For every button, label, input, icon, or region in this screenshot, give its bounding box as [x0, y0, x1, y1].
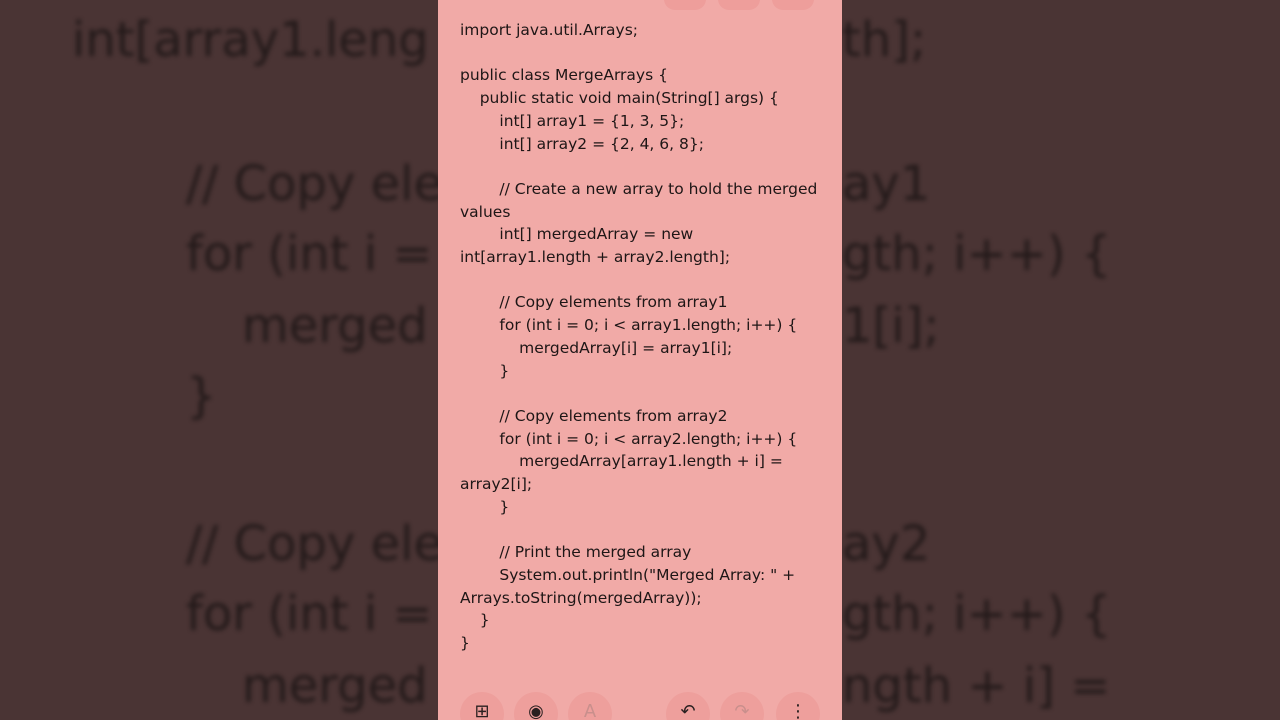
bg-line: gth; i++) { — [842, 226, 1112, 282]
code-line: } — [460, 361, 510, 380]
code-line: for (int i = 0; i < array1.length; i++) … — [460, 316, 798, 335]
bg-line: // Copy ele — [186, 516, 444, 572]
note-body-text[interactable]: import java.util.Arrays; public class Me… — [460, 19, 820, 655]
code-line: import java.util.Arrays; — [460, 21, 638, 39]
bg-line: ay2 — [842, 516, 931, 572]
undo-icon[interactable]: ↶ — [666, 692, 710, 720]
code-line: mergedArray[array1.length + i] = array2[… — [460, 452, 788, 494]
bg-line: // Copy ele — [186, 156, 444, 212]
video-frame: int[array1.leng th]; // Copy ele ay1 for… — [0, 0, 1280, 720]
note-card: import java.util.Arrays; public class Me… — [438, 0, 842, 720]
palette-icon[interactable]: ◉ — [514, 692, 558, 720]
code-line: // Copy elements from array2 — [460, 406, 728, 425]
bg-line: ngth + i] = — [842, 658, 1111, 714]
code-line: int[] array2 = {2, 4, 6, 8}; — [460, 134, 704, 153]
code-line: mergedArray[i] = array1[i]; — [460, 338, 733, 357]
redo-icon[interactable]: ↷ — [720, 692, 764, 720]
bg-line: 1[i]; — [842, 298, 940, 354]
code-line: public static void main(String[] args) { — [460, 89, 779, 108]
code-line: int[] array1 = {1, 3, 5}; — [460, 111, 685, 130]
bg-line: merged — [242, 658, 428, 714]
code-line: } — [460, 611, 490, 630]
text-format-icon[interactable]: A — [568, 692, 612, 720]
code-line: } — [460, 497, 510, 516]
bg-line: for (int i = — [186, 226, 433, 282]
more-options-icon[interactable]: ⋮ — [776, 692, 820, 720]
code-line: // Copy elements from array1 — [460, 293, 728, 312]
bg-line: ay1 — [842, 156, 931, 212]
code-line: } — [460, 633, 470, 652]
code-line: // Create a new array to hold the merged… — [460, 179, 823, 221]
bg-line: gth; i++) { — [842, 586, 1112, 642]
code-line: for (int i = 0; i < array2.length; i++) … — [460, 429, 798, 448]
bg-line: merged — [242, 298, 428, 354]
add-icon[interactable]: ⊞ — [460, 692, 504, 720]
bg-line: } — [186, 368, 217, 424]
top-toolbar-button[interactable] — [718, 0, 760, 10]
code-line: public class MergeArrays { — [460, 66, 668, 85]
code-line: System.out.println("Merged Array: " + Ar… — [460, 565, 801, 607]
top-toolbar-button[interactable] — [772, 0, 814, 10]
bg-line: th]; — [842, 12, 927, 68]
top-toolbar-button[interactable] — [664, 0, 706, 10]
code-line: int[] mergedArray = new int[array1.lengt… — [460, 225, 731, 267]
bg-line: for (int i = — [186, 586, 433, 642]
bottom-toolbar: ⊞ ◉ A ↶ ↷ ⋮ — [438, 692, 842, 720]
bg-line: int[array1.leng — [72, 12, 429, 68]
code-line: // Print the merged array — [460, 543, 692, 562]
